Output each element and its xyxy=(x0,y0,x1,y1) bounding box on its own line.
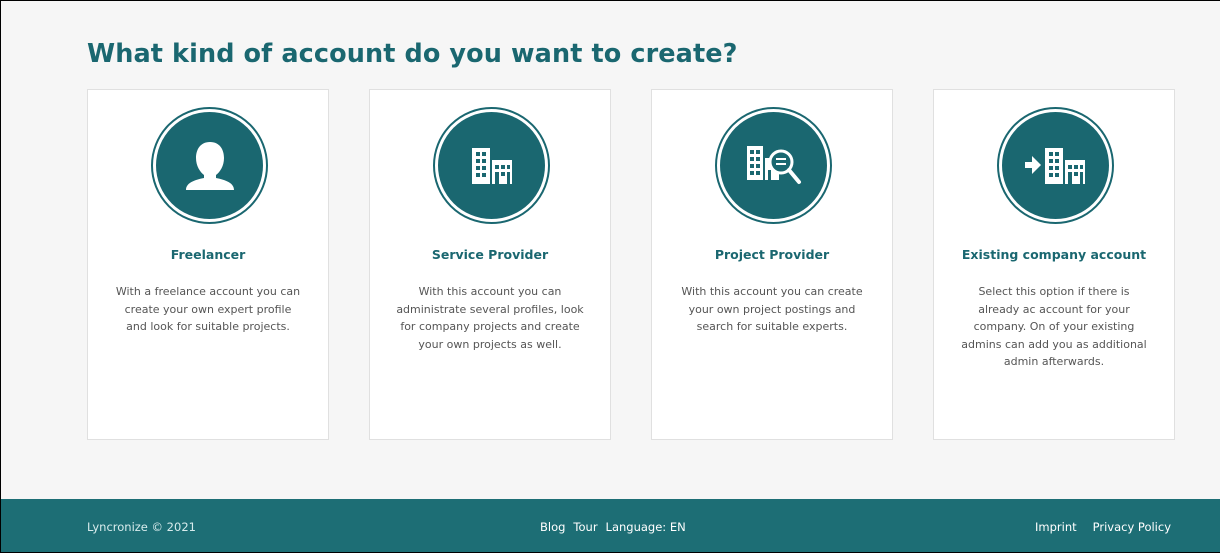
card-description: With a freelance account you can create … xyxy=(115,285,301,333)
card-title: Project Provider xyxy=(714,247,830,262)
card-description: With this account you can administrate s… xyxy=(396,285,584,351)
page-title: What kind of account do you want to crea… xyxy=(87,39,738,69)
copyright-text: Lyncronize © 2021 xyxy=(87,520,196,534)
user-silhouette-icon xyxy=(185,141,234,190)
footer-right-links: Imprint Privacy Policy xyxy=(1035,520,1171,534)
blog-link[interactable]: Blog xyxy=(540,520,565,534)
page-frame: What kind of account do you want to crea… xyxy=(0,0,1220,553)
icon-ring xyxy=(151,107,268,224)
icon-ring xyxy=(997,107,1114,224)
card-title: Freelancer xyxy=(170,247,246,262)
icon-ring xyxy=(433,107,550,224)
card-title: Service Provider xyxy=(431,247,549,262)
tour-link[interactable]: Tour xyxy=(573,520,597,534)
buildings-icon xyxy=(471,147,512,184)
privacy-policy-link[interactable]: Privacy Policy xyxy=(1093,520,1171,534)
arrow-into-building-icon xyxy=(1024,147,1085,184)
icon-ring xyxy=(715,107,832,224)
icon-circle xyxy=(438,112,545,219)
icon-circle xyxy=(720,112,827,219)
icon-circle xyxy=(1002,112,1109,219)
account-option-service-provider[interactable]: Service Provider With this account you c… xyxy=(369,89,611,440)
imprint-link[interactable]: Imprint xyxy=(1035,520,1077,534)
icon-circle xyxy=(156,112,263,219)
card-description: Select this option if there is already a… xyxy=(961,285,1147,368)
building-search-icon xyxy=(746,145,801,184)
account-option-freelancer[interactable]: Freelancer With a freelance account you … xyxy=(87,89,329,440)
footer-center-links: Blog Tour Language: EN xyxy=(540,520,686,534)
card-description: With this account you can create your ow… xyxy=(681,285,863,333)
card-title: Existing company account xyxy=(961,247,1147,262)
footer: Lyncronize © 2021 Blog Tour Language: EN I… xyxy=(1,499,1220,552)
language-selector[interactable]: Language: EN xyxy=(606,520,686,534)
account-option-existing-company[interactable]: Existing company account Select this opt… xyxy=(933,89,1175,440)
account-option-project-provider[interactable]: Project Provider With this account you c… xyxy=(651,89,893,440)
